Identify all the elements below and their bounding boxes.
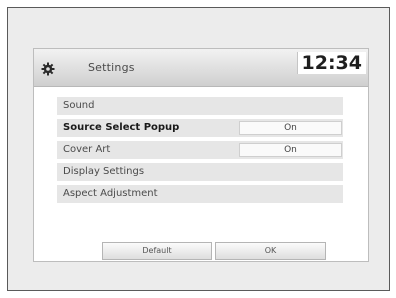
ok-button[interactable]: OK <box>215 242 326 260</box>
settings-item-display-settings[interactable]: Display Settings <box>57 163 343 181</box>
settings-item-cover-art[interactable]: Cover Art On <box>57 141 343 159</box>
settings-item-label: Aspect Adjustment <box>63 188 158 199</box>
settings-item-sound[interactable]: Sound <box>57 97 343 115</box>
title-bar: Settings 12:34 <box>34 49 368 87</box>
gear-icon <box>41 61 55 76</box>
source-select-popup-value[interactable]: On <box>239 121 342 135</box>
settings-screen: Settings 12:34 Sound Source Select Popup… <box>33 48 369 262</box>
clock-display: 12:34 <box>296 52 366 74</box>
device-frame: Settings 12:34 Sound Source Select Popup… <box>7 7 390 291</box>
page-title: Settings <box>88 61 135 74</box>
default-button[interactable]: Default <box>102 242 212 260</box>
settings-item-label: Display Settings <box>63 166 145 177</box>
settings-item-aspect-adjustment[interactable]: Aspect Adjustment <box>57 185 343 203</box>
settings-item-source-select-popup[interactable]: Source Select Popup On <box>57 119 343 137</box>
settings-item-label: Cover Art <box>63 144 111 155</box>
settings-item-label: Sound <box>63 100 95 111</box>
cover-art-value[interactable]: On <box>239 143 342 157</box>
settings-item-label: Source Select Popup <box>63 122 180 133</box>
